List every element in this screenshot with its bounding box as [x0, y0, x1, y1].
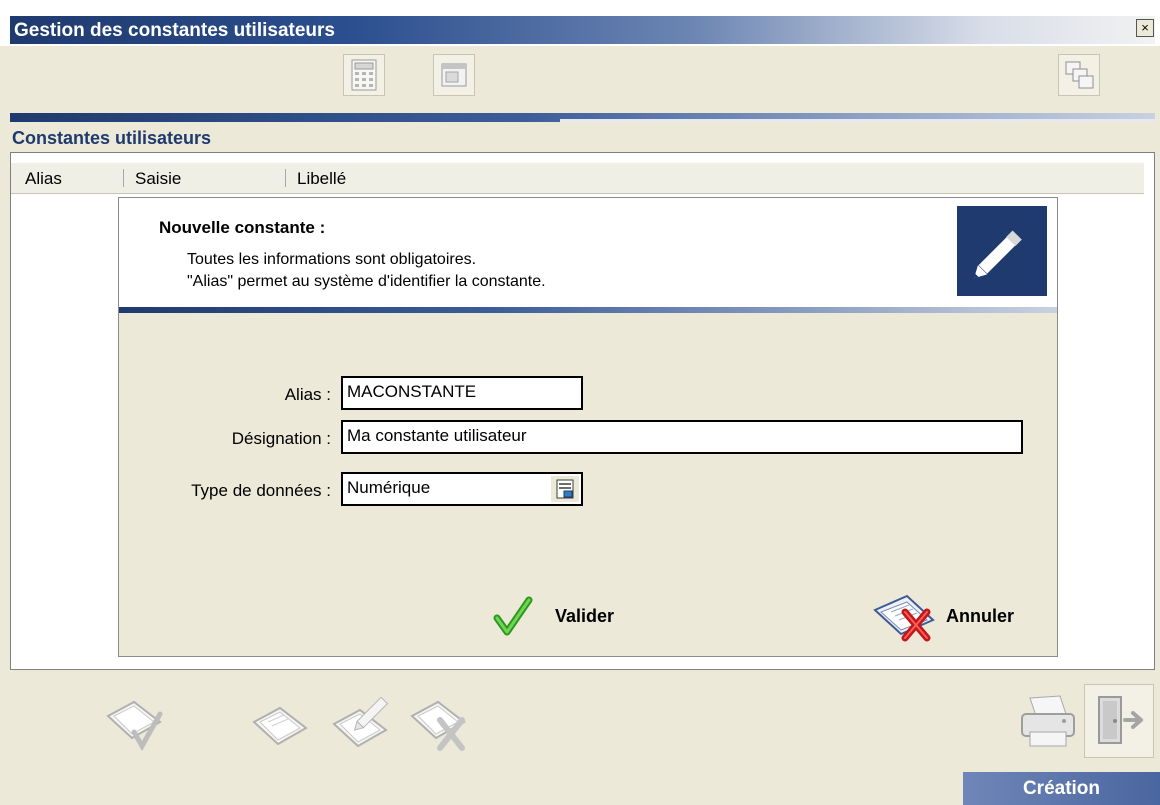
- cascade-windows-button[interactable]: [1058, 54, 1100, 96]
- alias-input[interactable]: MACONSTANTE: [341, 376, 583, 410]
- document-edit-icon: [332, 696, 389, 748]
- check-icon: [493, 596, 533, 636]
- close-icon[interactable]: ×: [1136, 19, 1154, 37]
- window-button[interactable]: [433, 54, 475, 96]
- edit-document-button[interactable]: [328, 686, 398, 756]
- dialog-title: Nouvelle constante :: [159, 218, 326, 237]
- validate-document-button[interactable]: [102, 688, 168, 754]
- dialog-header: Nouvelle constante : Toutes les informat…: [119, 198, 1057, 313]
- exit-door-icon: [1098, 696, 1143, 744]
- designation-input[interactable]: Ma constante utilisateur: [341, 420, 1023, 454]
- data-type-select[interactable]: Numérique: [341, 472, 583, 506]
- validate-button[interactable]: Valider: [491, 596, 651, 638]
- data-type-label: Type de données :: [191, 481, 331, 500]
- status-mode-badge: Création: [963, 772, 1160, 805]
- print-button[interactable]: [1016, 690, 1080, 752]
- column-separator: [123, 169, 124, 187]
- documents-button[interactable]: [248, 688, 314, 754]
- data-type-value: Numérique: [347, 478, 431, 497]
- documents-icon: [252, 706, 308, 746]
- calculator-button[interactable]: [343, 54, 385, 96]
- column-saisie[interactable]: Saisie: [135, 169, 181, 189]
- alias-label: Alias :: [284, 385, 331, 404]
- dialog-info-line-1: Toutes les informations sont obligatoire…: [187, 251, 477, 268]
- section-title: Constantes utilisateurs: [12, 128, 212, 148]
- column-libelle[interactable]: Libellé: [297, 169, 346, 189]
- exit-button[interactable]: [1084, 684, 1154, 758]
- windows-cascade-icon: [1065, 61, 1094, 89]
- list-picker-icon: [556, 479, 574, 499]
- delete-document-button[interactable]: [406, 688, 472, 754]
- new-constant-dialog: Nouvelle constante : Toutes les informat…: [118, 197, 1058, 657]
- dialog-header-strip: [119, 307, 1057, 313]
- window-title: Gestion des constantes utilisateurs: [14, 20, 335, 41]
- bottom-toolbar: [10, 680, 1155, 762]
- cancel-document-icon: [873, 594, 935, 642]
- title-bar: Gestion des constantes utilisateurs ×: [0, 0, 1160, 46]
- dropdown-button[interactable]: [551, 476, 579, 502]
- validate-label: Valider: [555, 606, 615, 626]
- document-delete-icon: [410, 700, 466, 751]
- window-icon: [441, 63, 467, 87]
- top-toolbar: [10, 46, 1155, 106]
- document-check-icon: [106, 700, 163, 752]
- cancel-button[interactable]: Annuler: [871, 590, 1053, 642]
- pencil-icon-box: [957, 206, 1047, 296]
- dialog-info-line-2: "Alias" permet au système d'identifier l…: [187, 273, 546, 290]
- printer-icon: [1021, 695, 1075, 747]
- calculator-icon: [351, 59, 377, 91]
- column-alias[interactable]: Alias: [25, 169, 62, 189]
- pencil-icon: [974, 230, 1022, 279]
- column-separator: [285, 169, 286, 187]
- designation-label: Désignation :: [231, 429, 331, 448]
- cancel-label: Annuler: [946, 606, 1015, 626]
- section-band-highlight: [560, 119, 1155, 122]
- list-header: Alias Saisie Libellé: [11, 163, 1144, 194]
